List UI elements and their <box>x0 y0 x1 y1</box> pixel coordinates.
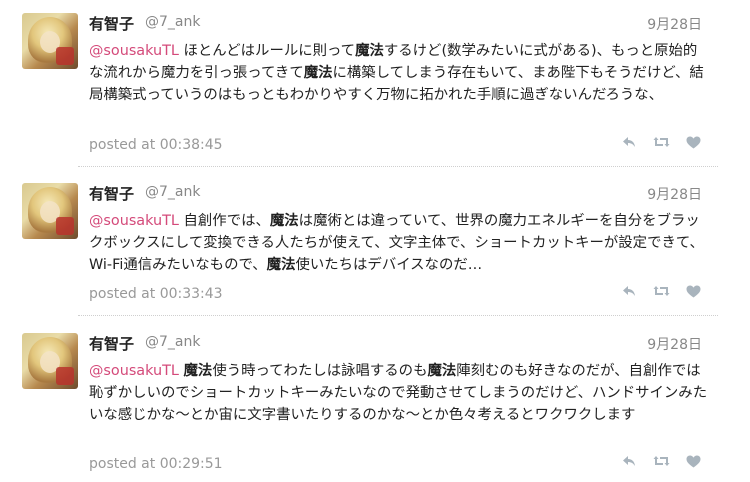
user-handle[interactable]: @7_ank <box>145 184 200 200</box>
keyword-highlight: 魔法 <box>269 213 299 229</box>
mention-link[interactable]: @sousakuTL <box>89 363 179 379</box>
tweet-body: ほとんどはルールに則って魔法するけど(数学みたいに式がある)、もっと原始的な流れ… <box>89 43 704 103</box>
tweet-body: 自創作では、魔法は魔術とは違っていて、世界の魔力エネルギーを自分をブラックボック… <box>89 213 704 273</box>
tweet-text-segment: ほとんどはルールに則って <box>178 43 356 59</box>
posted-time: posted at 00:38:45 <box>89 137 223 153</box>
heart-icon[interactable] <box>684 284 702 298</box>
tweet-divider <box>78 315 718 316</box>
user-name[interactable]: 有智子 <box>89 183 134 204</box>
keyword-highlight: 魔法 <box>355 43 384 59</box>
retweet-icon[interactable] <box>652 284 670 298</box>
keyword-highlight: 魔法 <box>427 363 457 379</box>
user-handle[interactable]: @7_ank <box>145 334 200 350</box>
tweet-item[interactable]: 有智子 @7_ank 9月28日 @sousakuTL ほとんどはルールに則って… <box>0 13 750 163</box>
retweet-icon[interactable] <box>652 454 670 468</box>
tweet-date[interactable]: 9月28日 <box>647 14 702 34</box>
tweet-date[interactable]: 9月28日 <box>647 184 702 204</box>
heart-icon[interactable] <box>684 135 702 149</box>
posted-time: posted at 00:29:51 <box>89 456 223 472</box>
user-handle[interactable]: @7_ank <box>145 14 200 30</box>
tweet-body: 魔法使う時ってわたしは詠唱するのも魔法陣刻むのも好きなのだが、自創作では恥ずかし… <box>89 363 707 423</box>
tweet-text: @sousakuTL 自創作では、魔法は魔術とは違っていて、世界の魔力エネルギー… <box>89 210 709 276</box>
keyword-highlight: 魔法 <box>266 257 296 273</box>
user-name[interactable]: 有智子 <box>89 13 134 34</box>
heart-icon[interactable] <box>684 454 702 468</box>
avatar[interactable] <box>22 333 78 389</box>
tweet-text: @sousakuTL 魔法使う時ってわたしは詠唱するのも魔法陣刻むのも好きなのだ… <box>89 360 709 426</box>
tweet-text-segment: 使う時ってわたしは詠唱するのも <box>212 363 428 379</box>
avatar[interactable] <box>22 13 78 69</box>
tweet-text-segment: 自創作では、 <box>178 213 270 229</box>
tweet-date[interactable]: 9月28日 <box>647 334 702 354</box>
user-name[interactable]: 有智子 <box>89 333 134 354</box>
tweet-text-segment: 使いたちはデバイスなのだ… <box>295 257 483 273</box>
retweet-icon[interactable] <box>652 135 670 149</box>
keyword-highlight: 魔法 <box>303 65 333 81</box>
tweet-item[interactable]: 有智子 @7_ank 9月28日 @sousakuTL 魔法使う時ってわたしは詠… <box>0 333 750 478</box>
avatar[interactable] <box>22 183 78 239</box>
mention-link[interactable]: @sousakuTL <box>89 43 179 59</box>
tweet-actions <box>620 454 702 468</box>
keyword-highlight: 魔法 <box>183 363 213 379</box>
tweet-actions <box>620 135 702 149</box>
tweet-actions <box>620 284 702 298</box>
tweet-item[interactable]: 有智子 @7_ank 9月28日 @sousakuTL 自創作では、魔法は魔術と… <box>0 183 750 308</box>
tweet-timeline: 有智子 @7_ank 9月28日 @sousakuTL ほとんどはルールに則って… <box>0 0 750 482</box>
reply-icon[interactable] <box>620 284 638 298</box>
tweet-text: @sousakuTL ほとんどはルールに則って魔法するけど(数学みたいに式がある… <box>89 40 709 106</box>
mention-link[interactable]: @sousakuTL <box>89 213 179 229</box>
reply-icon[interactable] <box>620 135 638 149</box>
posted-time: posted at 00:33:43 <box>89 286 223 302</box>
tweet-divider <box>78 166 718 167</box>
reply-icon[interactable] <box>620 454 638 468</box>
